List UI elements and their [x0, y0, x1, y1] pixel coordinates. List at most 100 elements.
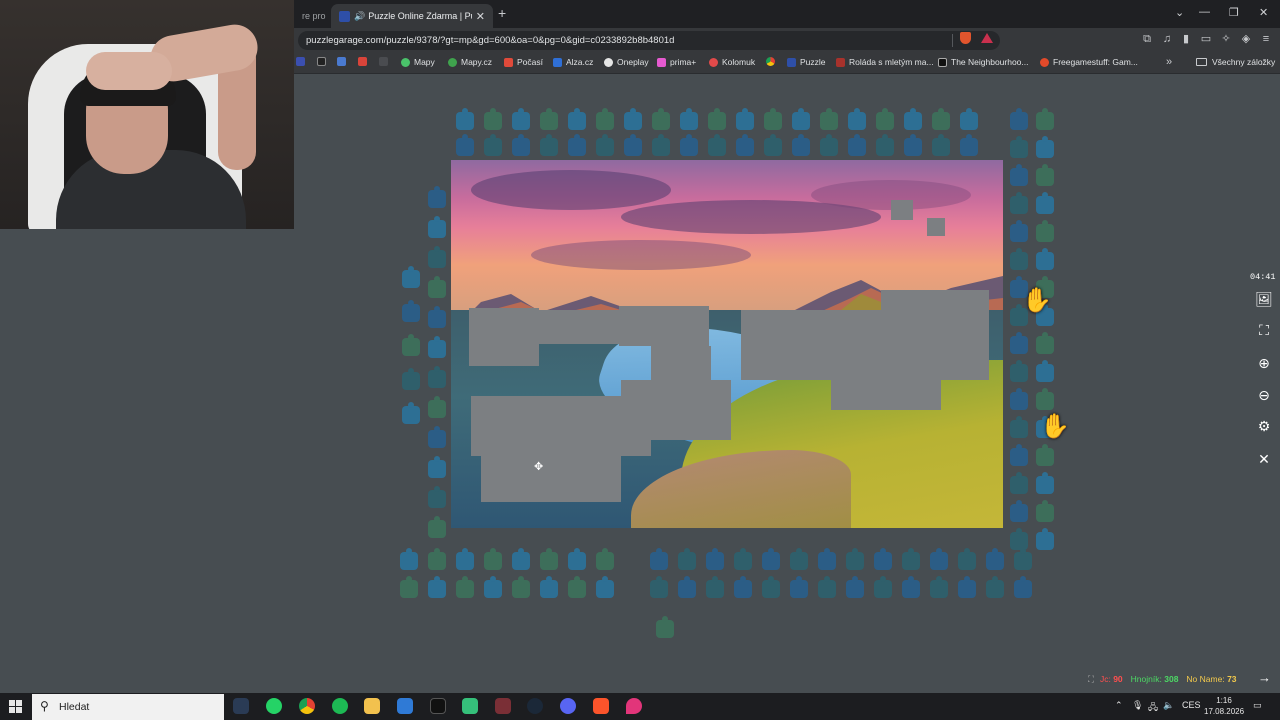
puzzle-piece[interactable]: [428, 336, 446, 358]
language-indicator[interactable]: CES: [1182, 700, 1201, 710]
puzzle-piece[interactable]: [1036, 528, 1054, 550]
brave-rewards-icon[interactable]: [981, 33, 993, 43]
puzzle-piece[interactable]: [656, 616, 674, 638]
puzzle-piece[interactable]: [568, 134, 586, 156]
puzzle-piece[interactable]: [874, 548, 892, 570]
puzzle-piece[interactable]: [792, 134, 810, 156]
puzzle-piece[interactable]: [402, 334, 420, 356]
volume-icon[interactable]: 🔈: [1163, 700, 1174, 711]
puzzle-piece[interactable]: [568, 548, 586, 570]
puzzle-piece[interactable]: [624, 134, 642, 156]
puzzle-piece[interactable]: [876, 134, 894, 156]
puzzle-piece[interactable]: [1036, 248, 1054, 270]
puzzle-piece[interactable]: [512, 576, 530, 598]
puzzle-piece[interactable]: [1010, 136, 1028, 158]
puzzle-piece[interactable]: [762, 548, 780, 570]
puzzle-piece[interactable]: [624, 108, 642, 130]
puzzle-piece[interactable]: [1010, 528, 1028, 550]
puzzle-piece[interactable]: [428, 246, 446, 268]
puzzle-piece[interactable]: [818, 576, 836, 598]
url-text[interactable]: puzzlegarage.com/puzzle/9378/?gt=mp&gd=6…: [306, 35, 674, 46]
puzzle-piece[interactable]: [902, 576, 920, 598]
puzzle-piece[interactable]: [792, 108, 810, 130]
close-game-icon[interactable]: ✕: [1254, 449, 1274, 469]
puzzle-piece[interactable]: [428, 366, 446, 388]
puzzle-piece[interactable]: [1010, 416, 1028, 438]
puzzle-piece[interactable]: [958, 548, 976, 570]
puzzle-piece[interactable]: [428, 456, 446, 478]
bookmark-puzzle[interactable]: Puzzle: [787, 57, 826, 67]
puzzle-piece[interactable]: [1010, 360, 1028, 382]
media-icon[interactable]: ♫: [1161, 33, 1173, 45]
puzzle-piece[interactable]: [902, 548, 920, 570]
windows-start-icon[interactable]: [9, 700, 22, 713]
tab-search-chevron-icon[interactable]: ⌄: [1175, 6, 1184, 19]
puzzle-piece[interactable]: [596, 548, 614, 570]
taskbar-clock[interactable]: 1:16 17.08.2026: [1204, 695, 1244, 717]
puzzle-piece[interactable]: [428, 186, 446, 208]
puzzle-piece[interactable]: [1010, 108, 1028, 130]
puzzle-piece[interactable]: [680, 108, 698, 130]
app-icon[interactable]: [462, 698, 478, 714]
puzzle-piece[interactable]: [596, 134, 614, 156]
puzzle-piece[interactable]: [1014, 576, 1032, 598]
all-bookmarks-button[interactable]: Všechny záložky: [1196, 57, 1275, 67]
puzzle-piece[interactable]: [456, 576, 474, 598]
empty-region[interactable]: [621, 380, 731, 440]
close-window-button[interactable]: ✕: [1259, 6, 1268, 19]
show-hidden-icons-icon[interactable]: ⌃: [1115, 700, 1123, 711]
puzzle-piece[interactable]: [762, 576, 780, 598]
puzzle-piece[interactable]: [820, 108, 838, 130]
puzzle-piece[interactable]: [456, 108, 474, 130]
fullscreen-icon[interactable]: ⛶: [1254, 320, 1274, 340]
puzzle-piece[interactable]: [932, 108, 950, 130]
puzzle-piece[interactable]: [706, 548, 724, 570]
puzzle-piece[interactable]: [764, 134, 782, 156]
puzzle-piece[interactable]: [1036, 136, 1054, 158]
vpn-icon[interactable]: ◈: [1240, 33, 1252, 45]
puzzle-piece[interactable]: [428, 306, 446, 328]
empty-region[interactable]: [891, 200, 913, 220]
puzzle-piece[interactable]: [484, 108, 502, 130]
bookmark-freegamestuff[interactable]: Freegamestuff: Gam...: [1040, 57, 1138, 67]
puzzle-piece[interactable]: [848, 134, 866, 156]
puzzle-piece[interactable]: [790, 548, 808, 570]
bookmark-mapy[interactable]: Mapy: [401, 57, 435, 67]
puzzle-piece[interactable]: [960, 134, 978, 156]
wallet-icon[interactable]: ▭: [1200, 33, 1212, 45]
extensions-icon[interactable]: ⧉: [1141, 33, 1153, 45]
address-bar[interactable]: puzzlegarage.com/puzzle/9378/?gt=mp&gd=6…: [298, 31, 1000, 50]
editor-icon[interactable]: [397, 698, 413, 714]
puzzle-piece[interactable]: [734, 548, 752, 570]
puzzle-piece[interactable]: [846, 548, 864, 570]
puzzle-piece[interactable]: [652, 108, 670, 130]
restore-button[interactable]: ❐: [1229, 6, 1239, 19]
puzzle-piece[interactable]: [456, 548, 474, 570]
puzzle-piece[interactable]: [930, 576, 948, 598]
puzzle-piece[interactable]: [818, 548, 836, 570]
puzzle-piece[interactable]: [428, 426, 446, 448]
empty-region[interactable]: [831, 380, 941, 410]
puzzle-piece[interactable]: [1010, 164, 1028, 186]
bookmark-app-2[interactable]: [317, 57, 330, 66]
puzzle-piece[interactable]: [540, 548, 558, 570]
puzzle-piece[interactable]: [402, 402, 420, 424]
bookmark-pocasi[interactable]: Počasí: [504, 57, 543, 67]
puzzle-piece[interactable]: [400, 548, 418, 570]
tab-close-icon[interactable]: ✕: [476, 10, 485, 23]
puzzle-piece[interactable]: [734, 576, 752, 598]
settings-icon[interactable]: ⚙: [1254, 416, 1274, 436]
puzzle-piece[interactable]: [568, 108, 586, 130]
task-view-icon[interactable]: [233, 698, 249, 714]
network-icon[interactable]: 🖧: [1148, 700, 1158, 716]
puzzle-piece[interactable]: [876, 108, 894, 130]
puzzle-piece[interactable]: [428, 276, 446, 298]
leo-ai-icon[interactable]: ✧: [1220, 33, 1232, 45]
more-bookmarks-icon[interactable]: »: [1166, 56, 1172, 68]
notifications-icon[interactable]: ▭: [1253, 700, 1262, 711]
image-preview-icon[interactable]: 🖼: [1254, 289, 1274, 309]
puzzle-piece[interactable]: [678, 548, 696, 570]
puzzle-piece[interactable]: [652, 134, 670, 156]
puzzle-piece[interactable]: [1036, 360, 1054, 382]
capcut-icon[interactable]: [430, 698, 446, 714]
